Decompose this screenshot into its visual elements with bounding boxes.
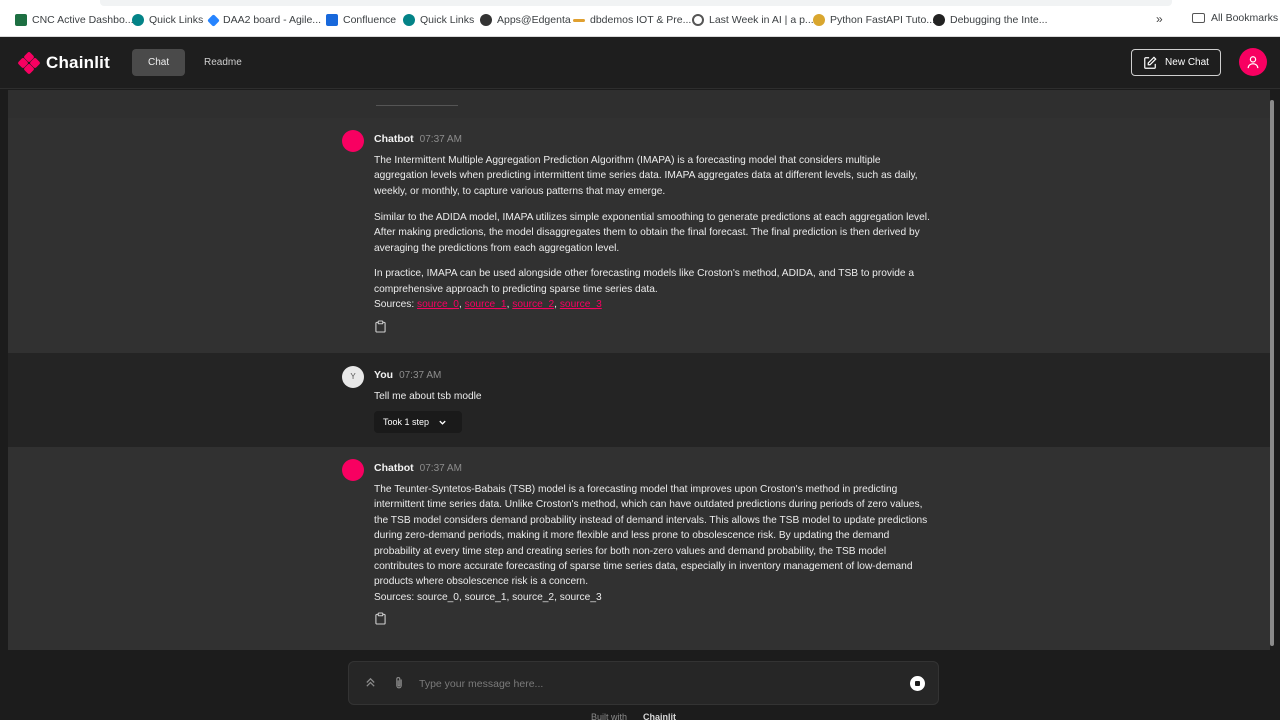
message-input[interactable] <box>419 674 889 694</box>
clipboard-icon[interactable] <box>375 320 386 333</box>
built-with-footer: Built with Chainlit <box>591 712 677 720</box>
chatbot-message: Chatbot 07:37 AM The Teunter-Syntetos-Bab… <box>8 447 1270 650</box>
bookmark-debugging[interactable]: Debugging the Inte... <box>933 12 1048 28</box>
tab-strip-edge <box>100 0 1172 6</box>
paperclip-icon[interactable] <box>394 676 404 690</box>
tab-chat[interactable]: Chat <box>132 49 186 76</box>
hex-icon <box>933 14 945 26</box>
globe-icon <box>480 14 492 26</box>
message-sources: Sources: source_0, source_1, source_2, s… <box>374 591 602 603</box>
bookmarks-bar: CNC Active Dashbo... Quick Links DAA2 bo… <box>0 0 1280 37</box>
more-bookmarks-chevron-icon[interactable]: » <box>1156 12 1163 26</box>
message-paragraph: The Intermittent Multiple Aggregation Pr… <box>374 155 918 197</box>
bookmark-apps-edgenta[interactable]: Apps@Edgenta <box>480 12 571 28</box>
tab-readme[interactable]: Readme <box>188 49 258 76</box>
sharepoint-icon <box>403 14 415 26</box>
message-time: 07:37 AM <box>419 134 462 145</box>
chevrons-up-icon[interactable] <box>365 676 376 689</box>
bookmark-dbdemos[interactable]: dbdemos IOT & Pre... <box>573 12 691 28</box>
bookmark-cnc-dashboard[interactable]: CNC Active Dashbo... <box>15 12 134 28</box>
chainlit-logo[interactable]: Chainlit <box>17 51 110 75</box>
app-name: Chainlit <box>46 53 110 72</box>
message-time: 07:37 AM <box>399 370 442 381</box>
user-icon <box>1247 56 1259 69</box>
chat-messages[interactable]: Chatbot 07:37 AM The Intermittent Multipl… <box>8 90 1270 650</box>
message-composer <box>348 661 939 705</box>
message-body: The Intermittent Multiple Aggregation Pr… <box>374 153 934 313</box>
confluence-icon <box>326 14 338 26</box>
sharepoint-icon <box>132 14 144 26</box>
excel-icon <box>15 14 27 26</box>
message-author: Chatbot 07:37 AM <box>374 133 462 145</box>
previous-message-tail <box>8 90 1270 118</box>
message-sources: Sources: source_0, source_1, source_2, s… <box>374 299 602 311</box>
message-author: You 07:37 AM <box>374 369 442 381</box>
took-step-toggle[interactable]: Took 1 step <box>374 411 462 433</box>
chat-scrollbar[interactable] <box>1270 100 1274 646</box>
chevron-down-icon <box>439 420 446 425</box>
app-header: Chainlit Chat Readme New Chat <box>0 37 1280 89</box>
edit-icon <box>1144 55 1157 69</box>
podcast-icon <box>692 14 704 26</box>
folder-icon <box>1192 13 1205 23</box>
user-avatar-button[interactable] <box>1239 48 1267 76</box>
message-paragraph: In practice, IMAPA can be used alongside… <box>374 268 915 295</box>
chainlit-logo-icon <box>17 51 41 75</box>
source-link-1[interactable]: source_1 <box>465 299 507 310</box>
chatbot-avatar <box>342 130 364 152</box>
bookmark-daa2-board[interactable]: DAA2 board - Agile... <box>207 12 321 28</box>
bookmark-quick-links-1[interactable]: Quick Links <box>132 12 203 28</box>
message-author: Chatbot 07:37 AM <box>374 462 462 474</box>
new-chat-button[interactable]: New Chat <box>1131 49 1221 76</box>
source-link-0[interactable]: source_0 <box>417 299 459 310</box>
stop-icon <box>915 681 920 686</box>
user-avatar: Y <box>342 366 364 388</box>
databricks-icon <box>573 18 585 22</box>
message-paragraph: The Teunter-Syntetos-Babais (TSB) model … <box>374 484 928 588</box>
source-link-2[interactable]: source_2 <box>512 299 554 310</box>
message-paragraph: Similar to the ADIDA model, IMAPA utiliz… <box>374 211 930 254</box>
bookmark-quick-links-2[interactable]: Quick Links <box>403 12 474 28</box>
bookmark-last-week-in-ai[interactable]: Last Week in AI | a p... <box>692 12 814 28</box>
bookmark-confluence[interactable]: Confluence <box>326 12 396 28</box>
user-message: Y You 07:37 AM Tell me about tsb modle To… <box>8 353 1270 447</box>
new-chat-label: New Chat <box>1165 57 1209 68</box>
message-body: Tell me about tsb modle <box>374 391 482 402</box>
footer-brand[interactable]: Chainlit <box>643 712 676 720</box>
message-body: The Teunter-Syntetos-Babais (TSB) model … <box>374 482 934 605</box>
chatbot-message: Chatbot 07:37 AM The Intermittent Multipl… <box>8 118 1270 353</box>
bookmark-python-fastapi[interactable]: Python FastAPI Tuto... <box>813 12 935 28</box>
chatbot-avatar <box>342 459 364 481</box>
source-link-3[interactable]: source_3 <box>560 299 602 310</box>
python-icon <box>813 14 825 26</box>
all-bookmarks-folder[interactable]: All Bookmarks <box>1192 12 1278 24</box>
clipboard-icon[interactable] <box>375 612 386 625</box>
jira-icon <box>207 13 220 27</box>
stop-button[interactable] <box>910 676 925 691</box>
message-time: 07:37 AM <box>419 463 462 474</box>
